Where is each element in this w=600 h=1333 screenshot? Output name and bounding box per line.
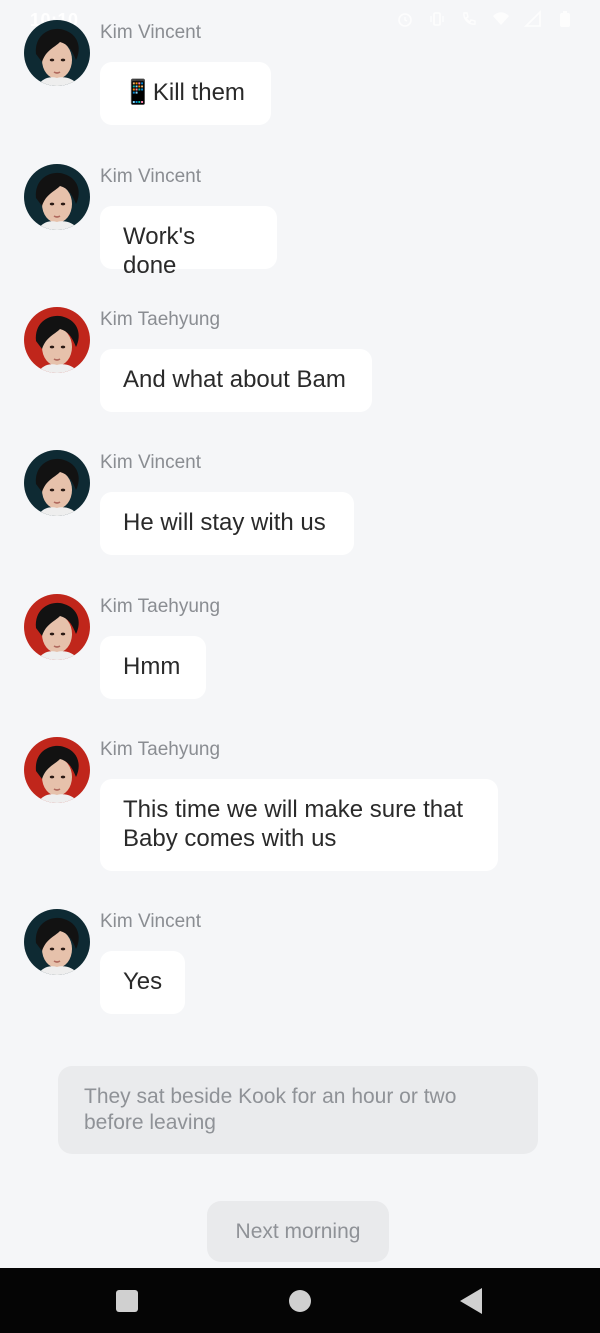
avatar[interactable] [24, 307, 90, 373]
next-morning-button[interactable]: Next morning [207, 1201, 389, 1262]
message-bubble: He will stay with us [100, 492, 354, 555]
avatar[interactable] [24, 594, 90, 660]
recents-icon[interactable] [116, 1290, 138, 1312]
avatar[interactable] [24, 909, 90, 975]
status-icons [396, 10, 574, 28]
back-icon[interactable] [460, 1288, 482, 1314]
narration-box: They sat beside Kook for an hour or two … [58, 1066, 538, 1154]
avatar[interactable] [24, 450, 90, 516]
message-bubble: Yes [100, 951, 185, 1014]
sender-name: Kim Taehyung [100, 309, 221, 330]
avatar[interactable] [24, 20, 90, 86]
next-button-label: Next morning [235, 1219, 361, 1243]
message-bubble: And what about Bam [100, 349, 372, 412]
home-icon[interactable] [289, 1290, 311, 1312]
wifi-icon [492, 10, 510, 28]
avatar[interactable] [24, 737, 90, 803]
vibrate-icon [428, 10, 446, 28]
signal-icon [524, 10, 542, 28]
call-icon [460, 10, 478, 28]
sender-name: Kim Vincent [100, 22, 202, 43]
battery-icon [556, 10, 574, 28]
sender-name: Kim Vincent [100, 911, 202, 932]
message-bubble: This time we will make sure that Baby co… [100, 779, 498, 871]
avatar[interactable] [24, 164, 90, 230]
sender-name: Kim Taehyung [100, 739, 221, 760]
message-bubble: Work's done [100, 206, 277, 279]
nav-bar [0, 1268, 600, 1333]
sender-name: Kim Taehyung [100, 596, 221, 617]
alarm-icon [396, 10, 414, 28]
sender-name: Kim Vincent [100, 166, 202, 187]
sender-name: Kim Vincent [100, 452, 202, 473]
message-bubble: 📱Kill them [100, 62, 271, 125]
status-bar: 10:10 [0, 0, 600, 44]
message-bubble: Hmm [100, 636, 206, 699]
